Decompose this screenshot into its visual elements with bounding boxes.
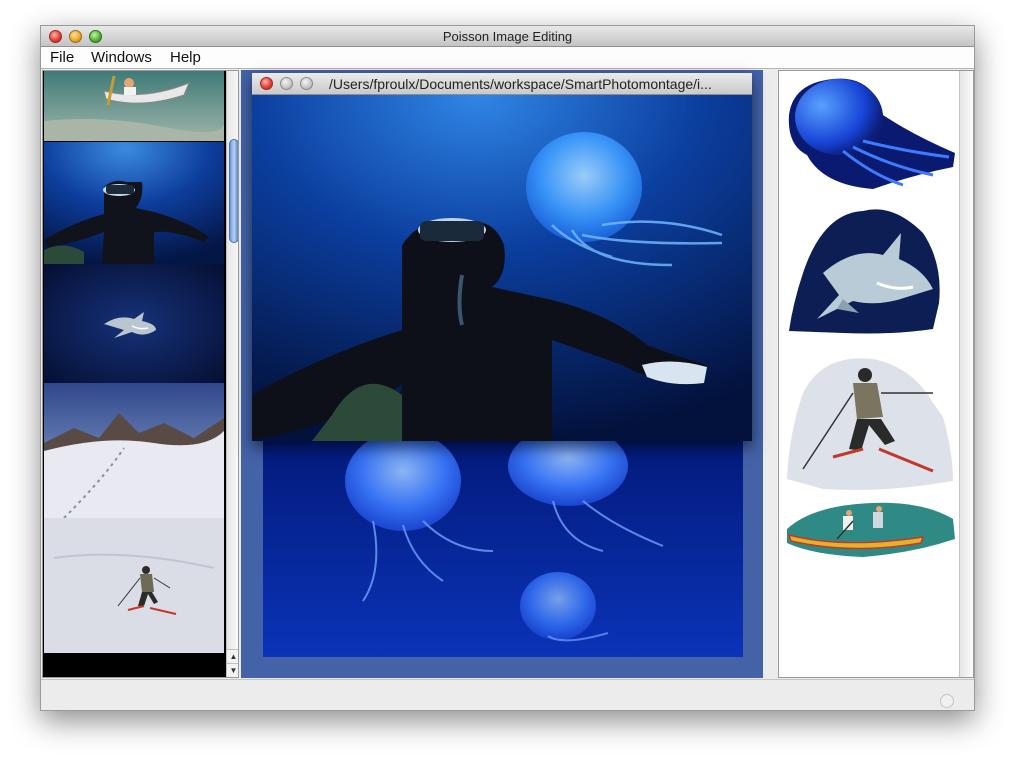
document-zoom-button[interactable] (300, 77, 313, 90)
canvas-panel: /Users/fproulx/Documents/workspace/Smart… (241, 70, 763, 678)
minimize-window-button[interactable] (69, 30, 82, 43)
document-path: /Users/fproulx/Documents/workspace/Smart… (329, 76, 712, 92)
zoom-window-button[interactable] (89, 30, 102, 43)
scroll-thumb[interactable] (229, 139, 238, 243)
window-title: Poisson Image Editing (442, 29, 573, 44)
menu-file[interactable]: File (50, 49, 74, 67)
diver-photo[interactable] (44, 142, 224, 264)
document-minimize-button[interactable] (280, 77, 293, 90)
jellyfish-cutout[interactable] (783, 75, 959, 193)
resize-grip-icon[interactable] (940, 694, 954, 708)
canoe-cutout[interactable] (783, 499, 959, 561)
kayak-photo[interactable] (44, 71, 224, 141)
snow-mountain-photo[interactable] (44, 383, 224, 518)
menu-windows[interactable]: Windows (91, 49, 152, 67)
document-title-bar[interactable]: /Users/fproulx/Documents/workspace/Smart… (252, 73, 752, 95)
composite-image[interactable] (252, 95, 752, 441)
scroll-down-arrow-icon[interactable]: ▼ (227, 663, 238, 676)
cutout-panel (778, 70, 974, 678)
skier-cutout[interactable] (783, 353, 959, 493)
image-strip-scrollbar[interactable]: ▲ ▼ (226, 71, 238, 677)
shark-cutout[interactable] (783, 203, 959, 343)
shark-photo[interactable] (44, 264, 224, 383)
cutout-scrollbar[interactable] (959, 71, 973, 677)
skier-photo[interactable] (44, 518, 224, 653)
image-strip-panel: ▲ ▼ (42, 70, 239, 678)
scroll-up-arrow-icon[interactable]: ▲ (227, 649, 238, 662)
jellyfish-background-image[interactable] (263, 441, 743, 657)
menu-help[interactable]: Help (170, 49, 201, 67)
close-window-button[interactable] (49, 30, 62, 43)
title-bar[interactable]: Poisson Image Editing (41, 26, 974, 47)
status-bar (41, 679, 974, 710)
main-window: Poisson Image Editing File Windows Help (40, 25, 975, 711)
document-close-button[interactable] (260, 77, 273, 90)
menu-bar: File Windows Help (41, 47, 974, 69)
document-window: /Users/fproulx/Documents/workspace/Smart… (252, 73, 752, 441)
